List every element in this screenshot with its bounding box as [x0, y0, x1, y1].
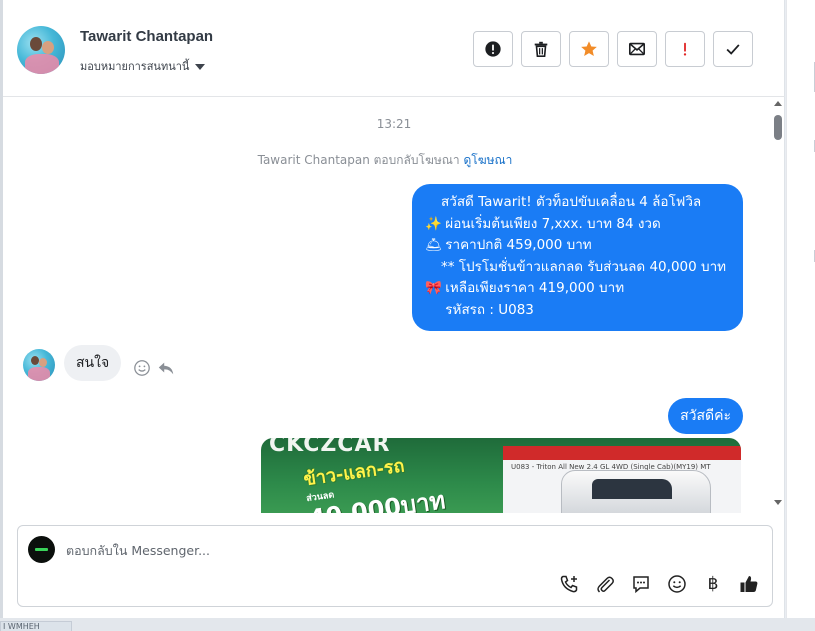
incoming-message[interactable]: สนใจ [64, 345, 122, 381]
scroll-down-arrow[interactable] [774, 500, 782, 505]
message-line: 🛎 ราคาปกติ 459,000 บาท [425, 235, 731, 257]
message-line: รหัสรถ : U083 [425, 300, 731, 322]
message-line: ✨ ผ่อนเริ่มต้นเพียง 7,xxx. บาท 84 งวด [425, 214, 731, 236]
message-line: ** โปรโมชั่นข้าวแลกลด รับส่วนลด 40,000 บ… [425, 257, 731, 279]
message-line-text: สวัสดี Tawarit! ตัวท็อปขับเคลื่อน 4 ล้อโ… [441, 194, 702, 210]
mark-spam-button[interactable] [473, 31, 513, 67]
baht-icon[interactable]: ฿ [702, 573, 724, 595]
message-actions [133, 359, 175, 377]
assign-conversation-dropdown[interactable]: มอบหมายการสนทนานี้ [80, 57, 206, 75]
right-side-panel [786, 0, 815, 631]
message-line-text: ราคาปกติ 459,000 บาท [441, 237, 592, 253]
ad-reply-note: Tawarit Chantapan ตอบกลับโฆษณา ดูโฆษณา [3, 151, 767, 170]
app-root: Tawarit Chantapan มอบหมายการสนทนานี้ 13:… [0, 0, 815, 631]
alert-circle-icon [485, 41, 501, 57]
contact-avatar[interactable] [17, 26, 65, 74]
ad-reply-text: Tawarit Chantapan ตอบกลับโฆษณา [257, 153, 460, 167]
chevron-down-icon [195, 63, 206, 70]
truck-graphic [561, 470, 711, 513]
composer-tools: ฿ [558, 573, 760, 595]
reply-icon[interactable] [157, 359, 175, 377]
paperclip-icon[interactable] [594, 573, 616, 595]
view-ad-link[interactable]: ดูโฆษณา [463, 153, 512, 167]
message-timestamp: 13:21 [376, 117, 412, 131]
conversation-panel: Tawarit Chantapan มอบหมายการสนทนานี้ 13:… [3, 0, 785, 618]
sender-avatar[interactable] [23, 349, 55, 381]
image-red-bar [503, 446, 741, 460]
mark-done-button[interactable] [713, 31, 753, 67]
envelope-icon [628, 42, 646, 56]
message-line: สวัสดี Tawarit! ตัวท็อปขับเคลื่อน 4 ล้อโ… [425, 192, 731, 214]
message-line-text: ผ่อนเริ่มต้นเพียง 7,xxx. บาท 84 งวด [441, 215, 661, 232]
bottom-tab[interactable]: I WMHEH [0, 621, 72, 631]
message-line-text: รหัสรถ : U083 [441, 301, 534, 318]
scroll-up-arrow[interactable] [774, 101, 782, 106]
bottom-strip [0, 618, 815, 631]
sparkles-icon: ✨ [425, 215, 442, 232]
thumbs-up-icon[interactable] [738, 573, 760, 595]
smiley-icon[interactable] [133, 359, 151, 377]
outgoing-message-promo[interactable]: สวัสดี Tawarit! ตัวท็อปขับเคลื่อน 4 ล้อโ… [412, 184, 743, 331]
mark-unread-button[interactable] [617, 31, 657, 67]
bell-icon: 🛎 [425, 237, 443, 253]
follow-up-button[interactable] [665, 31, 705, 67]
checkmark-icon [726, 44, 740, 55]
assign-conversation-label: มอบหมายการสนทนานี้ [80, 60, 190, 73]
exclamation-icon [683, 42, 687, 56]
star-icon [581, 41, 597, 57]
page-avatar [28, 536, 55, 563]
phone-plus-icon[interactable] [558, 573, 580, 595]
image-promo-text: ข้าว-แลก-รถ ส่วนลด 40,000บาท [302, 448, 447, 513]
thread-scrollbar[interactable] [772, 98, 784, 513]
chat-bubble-icon[interactable] [630, 573, 652, 595]
ribbon-icon: 🎀 [425, 280, 442, 296]
message-line: 🎀 เหลือเพียงราคา 419,000 บาท [425, 278, 731, 300]
star-button[interactable] [569, 31, 609, 67]
emoji-picker-icon[interactable] [666, 573, 688, 595]
outgoing-message[interactable]: สวัสดีค่ะ [668, 398, 743, 434]
message-line-text: เหลือเพียงราคา 419,000 บาท [441, 280, 625, 296]
image-message[interactable]: CKCZCAR U083 - Triton All New 2.4 GL 4WD… [261, 438, 741, 513]
conversation-header: Tawarit Chantapan มอบหมายการสนทนานี้ [3, 0, 785, 97]
message-composer: ฿ [17, 525, 773, 607]
trash-icon [534, 41, 548, 58]
message-thread[interactable]: 13:21 Tawarit Chantapan ตอบกลับโฆษณา ดูโ… [3, 98, 785, 513]
delete-button[interactable] [521, 31, 561, 67]
scroll-thumb[interactable] [774, 115, 782, 140]
conversation-toolbar [473, 31, 753, 67]
contact-name[interactable]: Tawarit Chantapan [80, 28, 213, 45]
message-line-text: ** โปรโมชั่นข้าวแลกลด รับส่วนลด 40,000 บ… [441, 258, 727, 275]
reply-input[interactable] [66, 540, 746, 560]
